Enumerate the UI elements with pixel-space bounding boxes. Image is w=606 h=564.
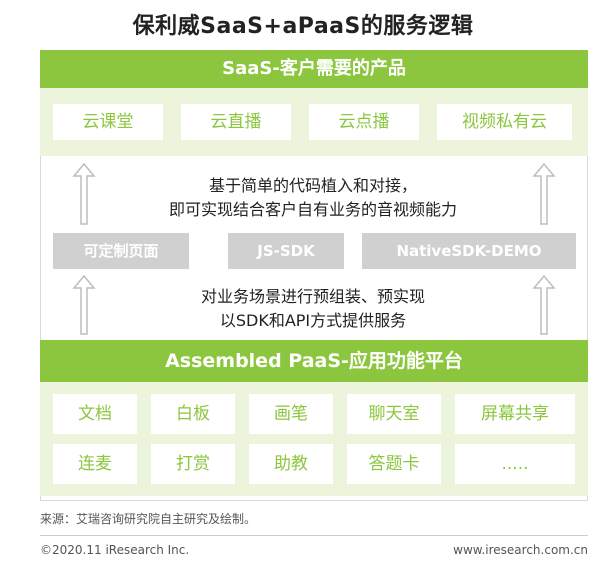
paas-feature-tile: .....	[455, 444, 575, 484]
saas-products-panel: 云课堂 云直播 云点播 视频私有云	[40, 88, 588, 156]
saas-header: SaaS-客户需要的产品	[40, 50, 588, 88]
sdk-box: JS-SDK	[228, 233, 344, 269]
paas-feature-tile: 连麦	[53, 444, 137, 484]
lower-description: 对业务场景进行预组装、预实现 以SDK和API方式提供服务	[120, 285, 506, 333]
up-arrow-icon	[72, 162, 96, 225]
paas-feature-tile: 屏幕共享	[455, 394, 575, 434]
sdk-box: NativeSDK-DEMO	[362, 233, 576, 269]
up-arrow-icon	[72, 274, 96, 335]
lower-description-line: 以SDK和API方式提供服务	[219, 311, 407, 330]
paas-feature-tile: 文档	[53, 394, 137, 434]
saas-product-tile: 云直播	[181, 104, 291, 140]
saas-product-tile: 云点播	[309, 104, 419, 140]
page-title: 保利威SaaS+aPaaS的服务逻辑	[132, 14, 474, 39]
paas-feature-tile: 助教	[249, 444, 333, 484]
paas-feature-tile: 打赏	[151, 444, 235, 484]
saas-product-tile: 云课堂	[53, 104, 163, 140]
upper-description: 基于简单的代码植入和对接， 即可实现结合客户自有业务的音视频能力	[120, 174, 506, 222]
saas-product-tile: 视频私有云	[437, 104, 572, 140]
lower-description-line: 对业务场景进行预组装、预实现	[200, 287, 425, 306]
sdk-box: 可定制页面	[53, 233, 189, 269]
up-arrow-icon	[532, 274, 556, 335]
paas-feature-tile: 答题卡	[347, 444, 441, 484]
footer-divider	[40, 535, 588, 536]
upper-description-line: 基于简单的代码植入和对接，	[208, 176, 417, 195]
paas-feature-tile: 白板	[151, 394, 235, 434]
upper-description-line: 即可实现结合客户自有业务的音视频能力	[168, 200, 457, 219]
paas-features-panel: 文档 白板 画笔 聊天室 屏幕共享 连麦 打赏 助教 答题卡 .....	[40, 382, 588, 496]
paas-header: Assembled PaaS-应用功能平台	[40, 340, 588, 382]
paas-feature-tile: 画笔	[249, 394, 333, 434]
copyright-text: ©2020.11 iResearch Inc.	[40, 543, 190, 557]
up-arrow-icon	[532, 162, 556, 225]
paas-feature-tile: 聊天室	[347, 394, 441, 434]
source-note: 来源：艾瑞咨询研究院自主研究及绘制。	[40, 512, 257, 526]
website-link[interactable]: www.iresearch.com.cn	[453, 543, 588, 557]
